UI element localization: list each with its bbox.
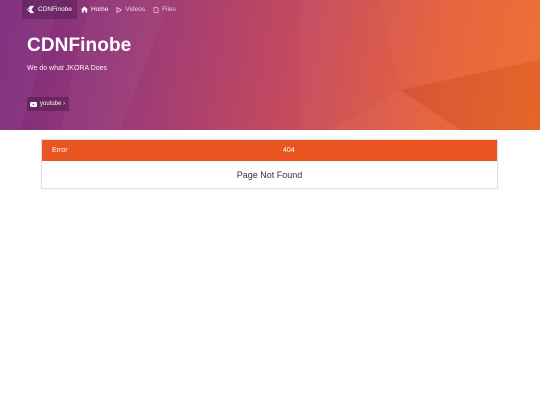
home-icon [80, 6, 88, 13]
error-message: Page Not Found [236, 170, 303, 180]
page-title: CDNFinobe [27, 35, 132, 56]
brand-link[interactable]: CDNFinobe [22, 0, 77, 19]
play-icon [116, 6, 123, 13]
youtube-button[interactable]: youtube › [27, 97, 70, 111]
brand-label: CDNFinobe [38, 6, 72, 13]
file-icon [153, 6, 159, 13]
youtube-button-label: youtube › [40, 101, 66, 107]
error-card: Error 404 Page Not Found [41, 139, 498, 189]
top-navigation: CDNFinobe Home Videos Files [22, 0, 180, 19]
nav-home[interactable]: Home [77, 0, 112, 19]
nav-home-label: Home [90, 6, 109, 13]
error-label: Error [52, 147, 68, 154]
nav-videos-label: Videos [125, 6, 146, 13]
youtube-icon [30, 101, 37, 107]
nav-videos[interactable]: Videos [112, 0, 149, 19]
sparkle-logo-icon [26, 5, 35, 14]
page-subtitle: We do what JKORA Does [27, 65, 108, 72]
error-card-body: Page Not Found [42, 161, 497, 189]
error-code: 404 [283, 147, 295, 154]
hero-banner: CDNFinobe Home Videos Files CDNFinobe We… [0, 0, 540, 130]
nav-files-label: Files [162, 6, 176, 13]
nav-files[interactable]: Files [149, 0, 180, 19]
error-card-header: Error 404 [42, 140, 497, 161]
